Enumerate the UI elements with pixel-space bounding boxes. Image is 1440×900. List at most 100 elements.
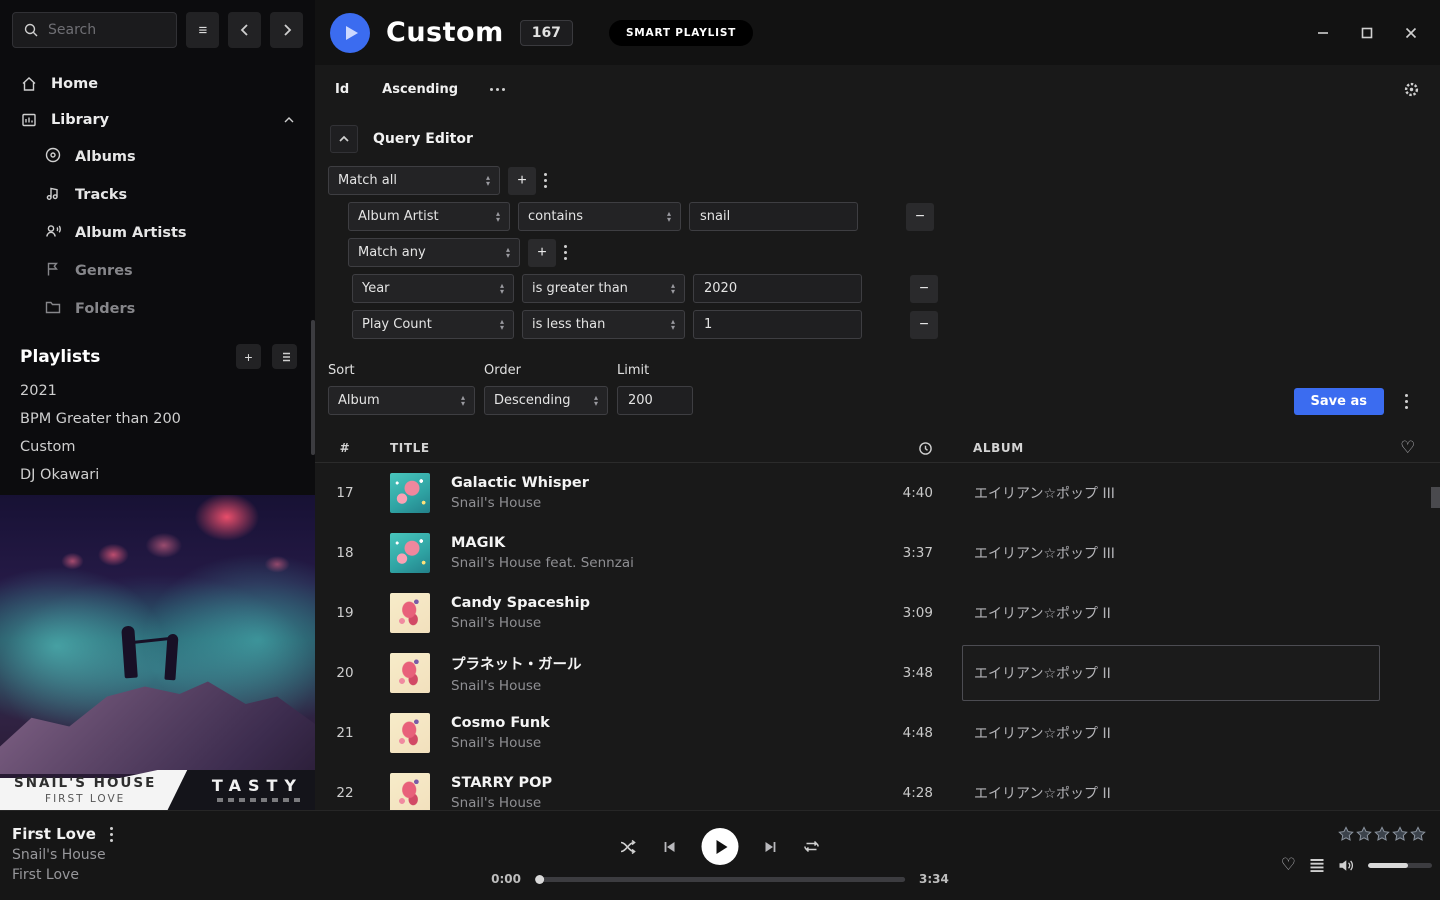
sidebar-item-albums[interactable]: Albums (0, 138, 315, 176)
queue-icon[interactable] (1309, 858, 1325, 873)
track-row[interactable]: 20 プラネット・ガール Snail's House 3:48 エイリアン☆ポッ… (315, 643, 1440, 703)
playlist-item[interactable]: Custom (20, 433, 297, 461)
save-as-button[interactable]: Save as (1294, 388, 1384, 415)
track-row[interactable]: 21 Cosmo Funk Snail's House 4:48 エイリアン☆ポ… (315, 703, 1440, 763)
rating-stars (1338, 826, 1426, 842)
play-pause-button[interactable] (702, 828, 739, 865)
now-playing-artist: Snail's House (12, 847, 113, 863)
rule-value-input[interactable] (689, 202, 858, 231)
sidebar-item-album-artists[interactable]: Album Artists (0, 214, 315, 252)
now-playing-options-icon[interactable] (110, 827, 113, 842)
match-mode-select[interactable]: Match all ▴▾ (328, 166, 500, 195)
next-button[interactable] (764, 840, 778, 854)
sidebar-item-folders[interactable]: Folders (0, 290, 315, 328)
group-options-icon[interactable] (564, 245, 567, 260)
track-row[interactable]: 22 STARRY POP Snail's House 4:28 エイリアン☆ポ… (315, 763, 1440, 810)
track-duration: 3:37 (854, 545, 940, 561)
star-icon[interactable] (1392, 826, 1408, 842)
playlist-item[interactable]: 2021 (20, 377, 297, 405)
remove-rule-button[interactable]: − (910, 311, 938, 339)
sidebar-item-genres[interactable]: Genres (0, 252, 315, 290)
shuffle-button[interactable] (620, 839, 638, 855)
track-title: MAGIK (451, 535, 634, 551)
track-row[interactable]: 19 Candy Spaceship Snail's House 3:09 エイ… (315, 583, 1440, 643)
library-item-label: Folders (75, 301, 135, 317)
column-header-album[interactable]: ALBUM (940, 441, 1380, 455)
track-title: STARRY POP (451, 775, 552, 791)
rule-field-select[interactable]: Year ▴▾ (352, 274, 514, 303)
close-button[interactable] (1396, 18, 1426, 48)
add-playlist-button[interactable]: + (236, 344, 261, 369)
remove-rule-button[interactable]: − (910, 275, 938, 303)
album-art-figure (164, 634, 178, 681)
menu-button[interactable]: ≡ (186, 12, 219, 48)
track-list-scrollbar-thumb[interactable] (1431, 487, 1440, 508)
star-icon[interactable] (1356, 826, 1372, 842)
gear-icon[interactable] (1403, 81, 1420, 98)
column-header-duration[interactable] (854, 441, 940, 456)
remove-rule-button[interactable]: − (906, 203, 934, 231)
rule-operator-select[interactable]: is greater than ▴▾ (522, 274, 685, 303)
volume-icon[interactable] (1338, 858, 1355, 873)
rule-value-input[interactable] (693, 310, 862, 339)
sort-label: Sort (328, 363, 475, 378)
search-input[interactable]: Search (12, 12, 177, 48)
group-options-icon[interactable] (544, 173, 547, 188)
track-number: 17 (315, 485, 375, 501)
sidebar-item-tracks[interactable]: Tracks (0, 176, 315, 214)
column-header-title[interactable]: TITLE (375, 441, 854, 455)
add-rule-button[interactable]: + (528, 239, 556, 267)
rule-field-select[interactable]: Play Count ▴▾ (352, 310, 514, 339)
collapse-query-editor-button[interactable] (330, 125, 358, 153)
rule-value-input[interactable] (693, 274, 862, 303)
list-toolbar: Id Ascending (315, 65, 1440, 113)
volume-slider[interactable] (1368, 863, 1432, 868)
nav-forward-button[interactable] (270, 12, 303, 48)
repeat-button[interactable] (803, 839, 821, 854)
nav-back-button[interactable] (228, 12, 261, 48)
page-title: Custom (386, 17, 504, 48)
play-icon (346, 26, 358, 40)
star-icon[interactable] (1410, 826, 1426, 842)
track-row[interactable]: 17 Galactic Whisper Snail's House 4:40 エ… (315, 463, 1440, 523)
seek-handle[interactable] (535, 875, 544, 884)
track-row[interactable]: 18 MAGIK Snail's House feat. Sennzai 3:3… (315, 523, 1440, 583)
seek-bar[interactable] (535, 877, 905, 882)
limit-input[interactable] (617, 386, 693, 415)
sort-select[interactable]: Album ▴▾ (328, 386, 475, 415)
play-playlist-button[interactable] (330, 13, 370, 53)
star-icon[interactable] (1374, 826, 1390, 842)
star-icon[interactable] (1338, 826, 1354, 842)
minimize-button[interactable] (1308, 18, 1338, 48)
order-select[interactable]: Descending ▴▾ (484, 386, 608, 415)
sidebar-item-library[interactable]: Library (0, 102, 315, 138)
now-playing-album-art[interactable]: SNAIL'S HOUSE FIRST LOVE TASTY (0, 495, 315, 810)
sidebar-scrollbar-thumb[interactable] (311, 320, 315, 455)
add-rule-button[interactable]: + (508, 167, 536, 195)
manage-playlists-button[interactable] (272, 344, 297, 369)
sidebar-nav: Home Library Albums Tracks Album Artists… (0, 60, 315, 328)
rule-operator-select[interactable]: is less than ▴▾ (522, 310, 685, 339)
track-duration: 3:09 (854, 605, 940, 621)
rule-operator-select[interactable]: contains ▴▾ (518, 202, 681, 231)
column-header-favorite[interactable]: ♡ (1380, 440, 1440, 457)
column-header-number[interactable]: # (315, 441, 375, 455)
shuffle-icon (620, 839, 638, 855)
match-mode-select[interactable]: Match any ▴▾ (348, 238, 520, 267)
more-options-icon[interactable] (490, 88, 505, 91)
playlist-item[interactable]: BPM Greater than 200 (20, 405, 297, 433)
select-stepper-icon: ▴▾ (486, 175, 490, 187)
rule-field-select[interactable]: Album Artist ▴▾ (348, 202, 510, 231)
chevron-right-icon (280, 23, 294, 37)
previous-button[interactable] (663, 840, 677, 854)
track-title: Galactic Whisper (451, 475, 589, 491)
search-icon (23, 22, 39, 38)
maximize-button[interactable] (1352, 18, 1382, 48)
sort-direction-button[interactable]: Ascending (382, 82, 458, 97)
favorite-button[interactable]: ♡ (1281, 857, 1296, 874)
playlist-options-icon[interactable] (1392, 388, 1420, 415)
sort-field-button[interactable]: Id (335, 82, 349, 97)
playlist-item[interactable]: DJ Okawari (20, 461, 297, 489)
sidebar-item-home[interactable]: Home (0, 66, 315, 102)
track-album: エイリアン☆ポップ II (940, 703, 1380, 763)
